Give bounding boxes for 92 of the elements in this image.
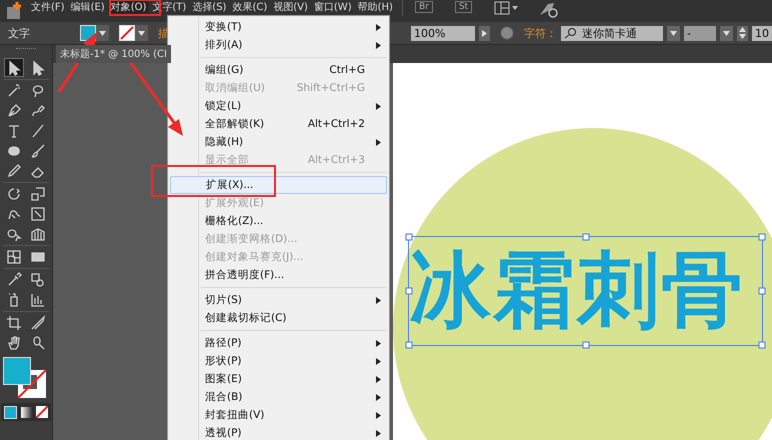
perspective-tool-icon xyxy=(30,226,46,242)
font-style-field[interactable]: - xyxy=(684,26,716,40)
headline-text: 冰霜刺骨 xyxy=(409,250,745,332)
selection-handle[interactable] xyxy=(406,234,412,240)
selection-handle[interactable] xyxy=(758,342,766,348)
submenu-arrow-icon xyxy=(376,297,381,304)
menu-entry[interactable]: 形状(P) xyxy=(170,352,387,370)
submenu-arrow-icon xyxy=(376,394,381,401)
caret-icon xyxy=(670,30,677,36)
search-icon xyxy=(564,27,578,39)
tool-button[interactable] xyxy=(4,58,24,77)
globe-icon[interactable] xyxy=(500,26,514,40)
fill-swatch[interactable] xyxy=(3,357,31,385)
artboard-tool-icon xyxy=(6,314,22,330)
menu-entry[interactable]: 拼合透明度(F)... xyxy=(170,266,387,284)
eyedropper-tool-icon xyxy=(6,272,22,288)
blend-tool-icon xyxy=(30,272,46,288)
submenu-arrow-icon xyxy=(376,24,381,31)
tool-button[interactable] xyxy=(4,313,24,332)
hand-tool-icon xyxy=(6,334,22,350)
curvature-tool-icon xyxy=(30,102,46,118)
submenu-arrow-icon xyxy=(376,430,381,437)
opacity-field[interactable]: 100% xyxy=(411,26,475,40)
menu-entry[interactable]: 混合(B) xyxy=(170,388,387,406)
menu-entry[interactable]: 透视(P) xyxy=(170,424,387,440)
color-mode-button[interactable] xyxy=(3,405,17,419)
caret-icon xyxy=(138,30,145,36)
app-button[interactable]: Br xyxy=(414,1,433,13)
document-tab[interactable]: 未标题-1* @ 100% (CI xyxy=(56,45,171,63)
pen-tool-icon xyxy=(6,102,22,118)
pencil-tool-icon xyxy=(6,162,22,178)
rotate-tool-icon xyxy=(6,186,22,202)
line-tool-icon xyxy=(30,122,46,138)
selection-handle[interactable] xyxy=(758,288,766,294)
menu-item[interactable]: 对象(O) xyxy=(108,1,150,14)
slice-tool-icon xyxy=(30,314,46,330)
play-arrow-icon xyxy=(482,30,487,36)
stroke-color-dropdown[interactable] xyxy=(119,25,148,41)
mode-label: 文字 xyxy=(8,26,31,40)
menu-entry[interactable]: 锁定(L) xyxy=(170,97,387,115)
layout-icon[interactable] xyxy=(494,1,520,15)
character-label[interactable]: 字符： xyxy=(524,26,557,40)
free-transform-tool-icon xyxy=(30,206,46,222)
menu-item[interactable]: 窗口(W) xyxy=(310,1,355,14)
rocket-icon[interactable] xyxy=(538,1,560,19)
menu-entry[interactable]: 路径(P) xyxy=(170,334,387,352)
gradient-mode-button[interactable] xyxy=(19,405,33,419)
submenu-arrow-icon xyxy=(376,103,381,110)
app-button[interactable]: St xyxy=(454,1,472,13)
menu-entry[interactable]: 图案(E) xyxy=(170,370,387,388)
submenu-arrow-icon xyxy=(376,42,381,49)
menu-entry[interactable]: 变换(T) xyxy=(170,18,387,36)
menu-item[interactable]: 选择(S) xyxy=(189,1,230,14)
font-size-field[interactable]: 10 xyxy=(752,26,772,40)
submenu-arrow-icon xyxy=(376,376,381,383)
submenu-arrow-icon xyxy=(376,358,381,365)
menu-entry[interactable]: 切片(S) xyxy=(170,291,387,309)
lasso-tool-icon xyxy=(30,82,46,98)
brush-tool-icon xyxy=(30,142,46,158)
menu-item[interactable]: 视图(V) xyxy=(270,1,311,14)
caret-icon xyxy=(99,30,106,36)
selection-handle[interactable] xyxy=(406,342,412,348)
style-dropdown-button[interactable] xyxy=(720,26,733,40)
menu-entry[interactable]: 全部解锁(K) Alt+Ctrl+2 xyxy=(170,115,387,133)
menu-item[interactable]: 效果(C) xyxy=(229,1,270,14)
none-mode-button[interactable] xyxy=(35,405,49,419)
caret-icon xyxy=(723,30,730,36)
fill-color-dropdown[interactable] xyxy=(80,25,109,41)
graph-tool-icon xyxy=(30,292,46,308)
font-family-field[interactable]: 迷你简卡通 xyxy=(561,26,663,40)
menu-item[interactable]: 帮助(H) xyxy=(354,1,396,14)
selection-handle[interactable] xyxy=(758,234,766,240)
annotation-highlight-box xyxy=(109,0,161,16)
submenu-arrow-icon xyxy=(376,412,381,419)
menu-entry[interactable]: 创建裁切标记(C) xyxy=(170,309,387,327)
opacity-arrow-button[interactable] xyxy=(479,26,490,40)
menu-entry[interactable]: 隐藏(H) xyxy=(170,133,387,151)
menu-entry[interactable]: 栅格化(Z)... xyxy=(170,212,387,230)
scale-tool-icon xyxy=(30,186,46,202)
menu-entry[interactable]: 封套扭曲(V) xyxy=(170,406,387,424)
menu-item[interactable]: 编辑(E) xyxy=(68,1,108,14)
menu-item[interactable]: 文件(F) xyxy=(28,1,68,14)
magic-wand-tool-icon xyxy=(6,82,22,98)
type-tool-icon xyxy=(6,122,22,138)
font-dropdown-button[interactable] xyxy=(667,26,680,40)
menu-entry[interactable]: 编组(G) Ctrl+G xyxy=(170,61,387,79)
submenu-arrow-icon xyxy=(376,340,381,347)
submenu-arrow-icon xyxy=(376,139,381,146)
menu-entry[interactable]: 扩展(X)... xyxy=(170,176,387,194)
size-stepper[interactable] xyxy=(737,26,748,40)
menu-entry[interactable]: 排列(A) xyxy=(170,36,387,54)
mesh-tool-icon xyxy=(6,248,22,264)
